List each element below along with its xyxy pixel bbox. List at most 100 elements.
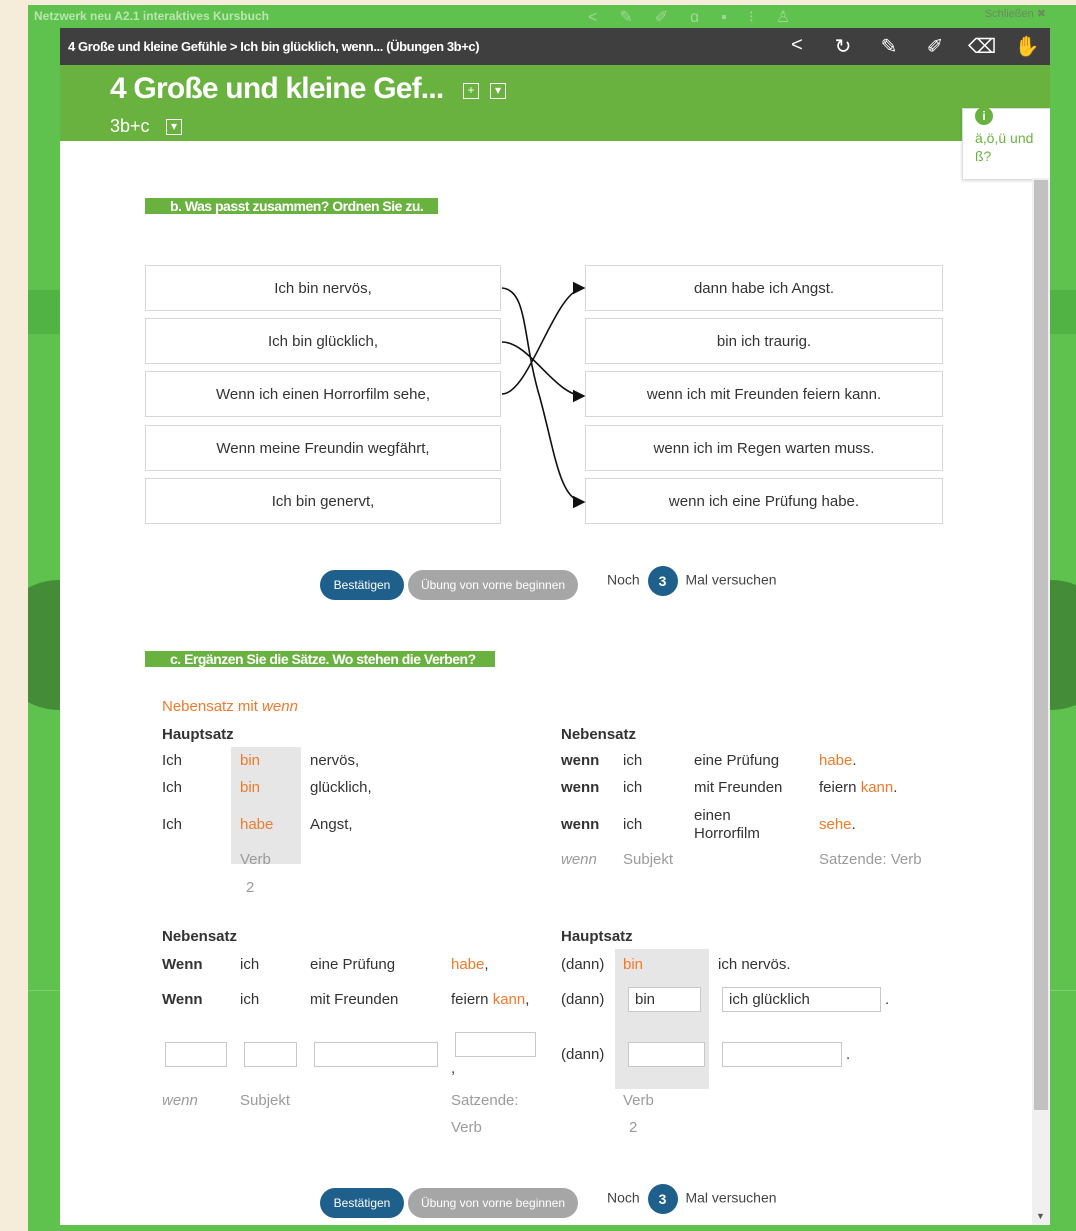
t2-r3-subject-input[interactable] xyxy=(244,1042,297,1067)
breadcrumb: 4 Große und kleine Gefühle > Ich bin glü… xyxy=(68,39,480,54)
tries-count-badge: 3 xyxy=(647,566,678,596)
t2-r1-rest: ich nervös. xyxy=(718,956,791,973)
t2-r2-period: . xyxy=(885,991,890,1008)
table1-hauptsatz-label: Hauptsatz xyxy=(162,726,234,743)
t2-r1-dann: (dann) xyxy=(561,956,605,973)
confirm-button-c[interactable]: Bestätigen xyxy=(320,1188,404,1218)
tries-remaining-c: Noch 3 Mal versuchen xyxy=(607,1184,777,1214)
right-item-5[interactable]: wenn ich eine Prüfung habe. xyxy=(585,478,943,524)
t2-r2-rest-input[interactable]: ich glücklich xyxy=(722,987,881,1012)
left-item-2[interactable]: Ich bin glücklich, xyxy=(145,318,501,364)
special-characters-label: ä,ö,ü und ß? xyxy=(975,130,1034,164)
exercise-b-heading: b. Was passt zusammen? Ordnen Sie zu. xyxy=(145,198,438,214)
t1-r3-rest: Angst, xyxy=(310,816,353,833)
left-item-5[interactable]: Ich bin genervt, xyxy=(145,478,501,524)
table1-nebensatz-label: Nebensatz xyxy=(561,726,637,743)
special-characters-button[interactable]: i ä,ö,ü und ß? xyxy=(962,107,1050,180)
t2-r3-period: . xyxy=(846,1046,851,1063)
t1-r3-ich: ich xyxy=(623,816,643,833)
eraser-icon[interactable]: ⌫ xyxy=(968,34,996,59)
hand-icon[interactable]: ✋ xyxy=(1014,34,1040,59)
t1-r1-rest: nervös, xyxy=(310,752,360,769)
table2-nebensatz-label: Nebensatz xyxy=(162,928,238,945)
t1-r2-verb: bin xyxy=(240,779,261,796)
background-close[interactable]: Schließen ✖ xyxy=(985,7,1046,20)
t2-r1-verb: bin xyxy=(623,956,644,973)
close-label: Schließen xyxy=(984,8,1034,20)
t1-satzende-label: Satzende: Verb xyxy=(819,851,922,868)
right-item-4[interactable]: wenn ich im Regen warten muss. xyxy=(585,425,943,471)
t2-r2-end: feiern kann, xyxy=(451,991,530,1008)
left-item-3[interactable]: Wenn ich einen Horrorfilm sehe, xyxy=(145,371,501,417)
left-item-4[interactable]: Wenn meine Freundin wegfährt, xyxy=(145,425,501,471)
t1-r3-verb: habe xyxy=(240,816,274,833)
matching-lines xyxy=(501,281,586,508)
page-title: 4 Große und kleine Gef... xyxy=(110,72,444,105)
t1-verb-position: 2 xyxy=(246,879,255,896)
t1-r2-wenn: wenn xyxy=(561,779,600,796)
t2-r2-dann: (dann) xyxy=(561,991,605,1008)
t2-r3-object-input[interactable] xyxy=(314,1042,438,1067)
t1-r1-end: habe. xyxy=(819,752,857,769)
app-background: Netzwerk neu A2.1 interaktives Kursbuch … xyxy=(28,5,1076,1231)
exercise-number: 3b+c xyxy=(110,116,150,136)
background-toolbar-icons: <✎✐ɑ▪⁝♙ xyxy=(588,9,813,26)
dialog-header: 4 Große und kleine Gef... + ▾ 3b+c ▾ xyxy=(60,65,1050,141)
pencil-icon[interactable]: ✎ xyxy=(876,34,902,59)
t1-r3-subject: Ich xyxy=(162,816,183,833)
expand-icon[interactable]: + xyxy=(463,83,479,99)
t1-r1-subject: Ich xyxy=(162,752,183,769)
nebensatz-mit-wenn-title: Nebensatz mit wenn xyxy=(162,698,298,715)
t1-r3-wenn: wenn xyxy=(561,816,600,833)
toolbar-icons: < ↻ ✎ ✐ ⌫ ✋ xyxy=(784,34,1040,59)
refresh-icon[interactable]: ↻ xyxy=(830,34,856,59)
scroll-down-icon[interactable]: ▼ xyxy=(1036,1211,1045,1221)
t2-r2-verb-input[interactable]: bin xyxy=(628,987,701,1012)
match-line-1 xyxy=(501,287,586,508)
t1-subjekt-label: Subjekt xyxy=(623,851,674,868)
t2-wenn-label: wenn xyxy=(162,1092,198,1109)
t2-verb-position: 2 xyxy=(629,1119,638,1136)
exercise-dialog: 4 Große und kleine Gefühle > Ich bin glü… xyxy=(60,28,1050,1225)
right-item-3[interactable]: wenn ich mit Freunden feiern kann. xyxy=(585,371,943,417)
t1-r1-verb: bin xyxy=(240,752,261,769)
tries-remaining-b: Noch 3 Mal versuchen xyxy=(607,566,777,596)
t2-r3-end-input[interactable] xyxy=(455,1032,536,1057)
tries-count-badge-c: 3 xyxy=(647,1184,678,1214)
t1-wenn-label: wenn xyxy=(561,851,597,868)
right-item-2[interactable]: bin ich traurig. xyxy=(585,318,943,364)
scrollbar[interactable]: ▼ xyxy=(1032,178,1050,1225)
t1-r3-object: einen Horrorfilm xyxy=(694,807,760,842)
dialog-toolbar: 4 Große und kleine Gefühle > Ich bin glü… xyxy=(60,28,1050,65)
confirm-button-b[interactable]: Bestätigen xyxy=(320,570,404,600)
info-icon: i xyxy=(975,107,993,125)
reset-button-b[interactable]: Übung von vorne beginnen xyxy=(408,570,578,600)
t2-satzende-label: Satzende: xyxy=(451,1092,519,1109)
exercise-dropdown-icon[interactable]: ▾ xyxy=(166,119,182,135)
t1-r1-wenn: wenn xyxy=(561,752,600,769)
t1-r2-rest: glücklich, xyxy=(310,779,372,796)
t2-r1-end: habe, xyxy=(451,956,489,973)
marker-icon[interactable]: ✐ xyxy=(922,34,948,59)
t2-r3-wenn-input[interactable] xyxy=(165,1042,227,1067)
exercise-c-heading: c. Ergänzen Sie die Sätze. Wo stehen die… xyxy=(145,651,495,667)
t1-verb-label: Verb xyxy=(240,851,271,868)
reset-button-c[interactable]: Übung von vorne beginnen xyxy=(408,1188,578,1218)
match-line-3 xyxy=(501,281,586,395)
t2-r2-object: mit Freunden xyxy=(310,991,399,1008)
scrollbar-thumb[interactable] xyxy=(1034,180,1048,1110)
t1-r2-end: feiern kann. xyxy=(819,779,898,796)
left-item-1[interactable]: Ich bin nervös, xyxy=(145,265,501,311)
app-title: Netzwerk neu A2.1 interaktives Kursbuch xyxy=(34,9,269,23)
t1-r1-ich: ich xyxy=(623,752,643,769)
t1-r2-object: mit Freunden xyxy=(694,779,783,796)
t2-r1-object: eine Prüfung xyxy=(310,956,396,973)
t2-r3-verb-input[interactable] xyxy=(628,1042,705,1067)
share-icon[interactable]: < xyxy=(784,34,810,59)
t2-r1-wenn: Wenn xyxy=(162,956,203,973)
dropdown-icon[interactable]: ▾ xyxy=(490,83,506,99)
t1-r2-subject: Ich xyxy=(162,779,183,796)
t2-r2-ich: ich xyxy=(240,991,260,1008)
t2-r3-rest-input[interactable] xyxy=(722,1042,842,1067)
right-item-1[interactable]: dann habe ich Angst. xyxy=(585,265,943,311)
